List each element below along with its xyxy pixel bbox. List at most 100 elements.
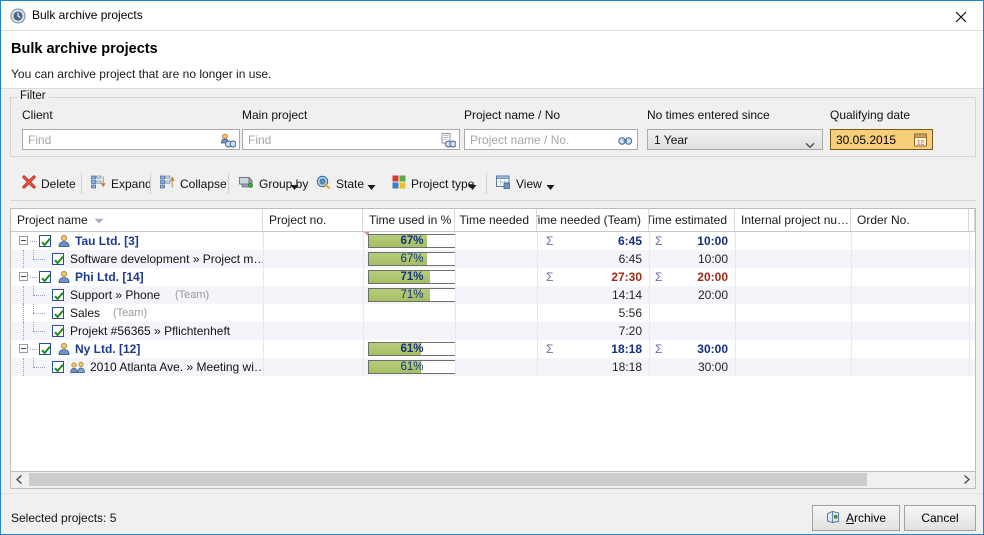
cell-divider	[969, 340, 970, 358]
time-needed-team-value: 6:45	[619, 252, 642, 266]
project-type-icon	[392, 175, 406, 192]
row-checkbox[interactable]	[39, 343, 51, 355]
project-name-text: Phi Ltd. [14]	[75, 270, 144, 284]
client-search-icon[interactable]	[219, 132, 236, 148]
cell-time-estimated: 30:00	[649, 358, 735, 376]
cell-divider	[969, 286, 970, 304]
archive-button[interactable]: Archive	[812, 505, 900, 531]
state-button[interactable]: State	[310, 171, 369, 196]
group-by-chevron-down-icon[interactable]	[290, 180, 299, 187]
cell-divider	[969, 358, 970, 376]
cancel-button[interactable]: Cancel	[904, 505, 976, 531]
cell-time-used-pct: 71%	[363, 286, 455, 304]
grid-header-time_estimated[interactable]: Time estimated	[649, 209, 735, 231]
collapse-button[interactable]: Collapse	[155, 171, 232, 196]
state-chevron-down-icon[interactable]	[367, 180, 376, 187]
grid-header-time_needed[interactable]: Time needed	[455, 209, 537, 231]
group-by-button[interactable]: Group by	[233, 171, 313, 196]
table-row[interactable]: Software development » Project m…67%6:45…	[11, 250, 975, 268]
sum-sigma-icon: Σ	[546, 234, 553, 248]
cell-time-estimated: Σ10:00	[649, 232, 735, 250]
grid-header-order_no[interactable]: Order No.	[851, 209, 969, 231]
user-icon	[57, 342, 71, 358]
cell-divider	[969, 250, 970, 268]
chevron-right-icon[interactable]	[958, 472, 975, 487]
table-row[interactable]: Ny Ltd. [12]61%Σ18:18Σ30:00	[11, 340, 975, 358]
row-checkbox[interactable]	[39, 271, 51, 283]
table-row[interactable]: Sales(Team)5:56	[11, 304, 975, 322]
expander-collapse-icon[interactable]	[19, 272, 28, 281]
grid-header-label: Time needed	[459, 213, 536, 227]
progress-label: 67%	[369, 253, 455, 265]
time-used-progress-bar: 67%	[368, 252, 455, 266]
row-checkbox[interactable]	[52, 253, 64, 265]
view-button[interactable]: View	[491, 171, 547, 196]
main-project-input[interactable]: Find	[242, 129, 460, 150]
no-times-entered-since-select[interactable]: 1 Year	[647, 129, 823, 150]
qualifying-date-input[interactable]: 30.05.2015 12	[830, 129, 933, 150]
client-placeholder: Find	[28, 133, 51, 147]
tree-connector	[30, 277, 37, 278]
cell-time-needed-team: 14:14	[537, 286, 649, 304]
collapse-tree-icon	[160, 175, 175, 192]
selected-projects-label: Selected projects: 5	[11, 511, 116, 525]
table-row[interactable]: 2010 Atlanta Ave. » Meeting wi…61%18:183…	[11, 358, 975, 376]
cell-internal-project-number	[735, 304, 851, 322]
toolbar-divider	[228, 173, 229, 194]
page-title: Bulk archive projects	[11, 41, 158, 57]
time-estimated-value: 30:00	[697, 342, 728, 356]
row-checkbox[interactable]	[52, 325, 64, 337]
grid-header-label: Internal project nu…	[735, 213, 849, 227]
view-chevron-down-icon[interactable]	[546, 180, 555, 187]
expander-collapse-icon[interactable]	[19, 236, 28, 245]
expander-collapse-icon[interactable]	[19, 344, 28, 353]
sum-sigma-icon: Σ	[655, 270, 662, 284]
project-name-no-label: Project name / No	[464, 108, 560, 122]
project-name-no-input[interactable]: Project name / No.	[464, 129, 638, 150]
table-row[interactable]: Phi Ltd. [14]71%Σ27:30Σ20:00	[11, 268, 975, 286]
row-checkbox[interactable]	[39, 235, 51, 247]
table-row[interactable]: Support » Phone(Team)71%14:1420:00	[11, 286, 975, 304]
project-name-text: Sales	[70, 306, 100, 320]
toolbar-divider	[81, 173, 82, 194]
progress-label: 71%	[369, 271, 455, 283]
grid-header-partial[interactable]	[969, 209, 975, 231]
project-search-icon[interactable]	[439, 132, 456, 148]
cell-internal-project-number	[735, 358, 851, 376]
grid-header-project_no[interactable]: Project no.	[263, 209, 363, 231]
tree-connector	[33, 313, 45, 314]
cell-time-estimated: 20:00	[649, 286, 735, 304]
table-row[interactable]: Projekt #56365 » Pflichtenheft7:20	[11, 322, 975, 340]
time-needed-team-value: 5:56	[619, 306, 642, 320]
state-label: State	[336, 177, 364, 191]
grid-header-time_used_pct[interactable]: Time used in %	[363, 209, 455, 231]
cell-time-needed	[455, 340, 537, 358]
grid-header-label: Time needed (Team)	[537, 213, 648, 227]
progress-label: 61%	[369, 361, 455, 373]
project-name-text: Projekt #56365 » Pflichtenheft	[70, 324, 230, 338]
project-type-button[interactable]: Project type	[387, 171, 479, 196]
expand-button[interactable]: Expand	[86, 171, 157, 196]
chevron-left-icon[interactable]	[11, 472, 28, 487]
project-type-chevron-down-icon[interactable]	[468, 180, 477, 187]
grid-header-internal_project_nu[interactable]: Internal project nu…	[735, 209, 851, 231]
row-checkbox[interactable]	[52, 307, 64, 319]
row-checkbox[interactable]	[52, 289, 64, 301]
delete-x-icon	[22, 175, 36, 192]
grid-header-time_needed_team[interactable]: Time needed (Team)	[537, 209, 649, 231]
calendar-icon[interactable]: 12	[912, 132, 929, 151]
tree-connector	[33, 295, 45, 296]
scrollbar-thumb[interactable]	[29, 473, 867, 486]
client-input[interactable]: Find	[22, 129, 240, 150]
grid-header-label: Project no.	[263, 213, 326, 227]
table-row[interactable]: Tau Ltd. [3]67%Σ6:45Σ10:00	[11, 232, 975, 250]
progress-label: 71%	[369, 289, 455, 301]
close-icon[interactable]	[939, 1, 983, 30]
row-checkbox[interactable]	[52, 361, 64, 373]
cell-project-no	[263, 232, 363, 250]
binoculars-icon[interactable]	[617, 132, 634, 148]
time-needed-team-value: 6:45	[618, 234, 642, 248]
horizontal-scrollbar[interactable]	[10, 472, 976, 489]
delete-button[interactable]: Delete	[17, 171, 81, 196]
grid-header-project_name[interactable]: Project name	[11, 209, 263, 231]
